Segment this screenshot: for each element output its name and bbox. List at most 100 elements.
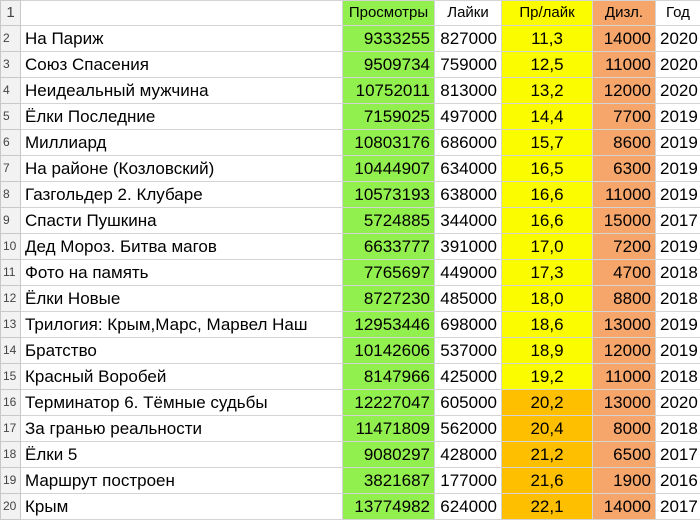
cell-dislikes[interactable]: 14000 — [593, 494, 656, 520]
cell-title[interactable]: На районе (Козловский) — [21, 156, 343, 182]
header-cell-dislikes[interactable]: Дизл. — [593, 1, 656, 26]
cell-views-per-like[interactable]: 18,9 — [502, 338, 593, 364]
cell-views-per-like[interactable]: 17,0 — [502, 234, 593, 260]
cell-views[interactable]: 12227047 — [343, 390, 435, 416]
cell-title[interactable]: Маршрут построен — [21, 468, 343, 494]
cell-title[interactable]: За гранью реальности — [21, 416, 343, 442]
row-number[interactable]: 6 — [1, 130, 21, 156]
header-cell-views[interactable]: Просмотры — [343, 1, 435, 26]
cell-views-per-like[interactable]: 11,3 — [502, 26, 593, 52]
header-cell-likes[interactable]: Лайки — [435, 1, 502, 26]
cell-year[interactable]: 2019 — [656, 130, 700, 156]
header-cell-year[interactable]: Год — [656, 1, 700, 26]
row-number[interactable]: 10 — [1, 234, 21, 260]
cell-likes[interactable]: 537000 — [435, 338, 502, 364]
header-cell-title[interactable] — [21, 1, 343, 26]
cell-year[interactable]: 2018 — [656, 286, 700, 312]
cell-views[interactable]: 12953446 — [343, 312, 435, 338]
cell-views[interactable]: 9509734 — [343, 52, 435, 78]
cell-likes[interactable]: 425000 — [435, 364, 502, 390]
cell-views-per-like[interactable]: 16,5 — [502, 156, 593, 182]
cell-views[interactable]: 13774982 — [343, 494, 435, 520]
row-number[interactable]: 4 — [1, 78, 21, 104]
cell-year[interactable]: 2019 — [656, 338, 700, 364]
cell-likes[interactable]: 638000 — [435, 182, 502, 208]
cell-title[interactable]: Братство — [21, 338, 343, 364]
cell-likes[interactable]: 827000 — [435, 26, 502, 52]
row-number[interactable]: 15 — [1, 364, 21, 390]
row-number[interactable]: 18 — [1, 442, 21, 468]
cell-views[interactable]: 11471809 — [343, 416, 435, 442]
cell-likes[interactable]: 759000 — [435, 52, 502, 78]
row-number[interactable]: 16 — [1, 390, 21, 416]
cell-dislikes[interactable]: 11000 — [593, 52, 656, 78]
cell-likes[interactable]: 562000 — [435, 416, 502, 442]
cell-likes[interactable]: 698000 — [435, 312, 502, 338]
cell-dislikes[interactable]: 13000 — [593, 390, 656, 416]
cell-views[interactable]: 9333255 — [343, 26, 435, 52]
cell-title[interactable]: Ёлки Последние — [21, 104, 343, 130]
row-number[interactable]: 19 — [1, 468, 21, 494]
cell-dislikes[interactable]: 8800 — [593, 286, 656, 312]
cell-title[interactable]: Миллиард — [21, 130, 343, 156]
cell-likes[interactable]: 449000 — [435, 260, 502, 286]
cell-views-per-like[interactable]: 20,4 — [502, 416, 593, 442]
cell-likes[interactable]: 497000 — [435, 104, 502, 130]
cell-views[interactable]: 10803176 — [343, 130, 435, 156]
cell-views[interactable]: 6633777 — [343, 234, 435, 260]
cell-views[interactable]: 10142606 — [343, 338, 435, 364]
cell-dislikes[interactable]: 7200 — [593, 234, 656, 260]
cell-views-per-like[interactable]: 15,7 — [502, 130, 593, 156]
cell-year[interactable]: 2020 — [656, 390, 700, 416]
cell-views-per-like[interactable]: 18,0 — [502, 286, 593, 312]
cell-views[interactable]: 7159025 — [343, 104, 435, 130]
row-number[interactable]: 2 — [1, 26, 21, 52]
cell-title[interactable]: Ёлки 5 — [21, 442, 343, 468]
cell-year[interactable]: 2017 — [656, 208, 700, 234]
cell-title[interactable]: Спасти Пушкина — [21, 208, 343, 234]
cell-views-per-like[interactable]: 17,3 — [502, 260, 593, 286]
cell-dislikes[interactable]: 7700 — [593, 104, 656, 130]
cell-views[interactable]: 8147966 — [343, 364, 435, 390]
cell-dislikes[interactable]: 4700 — [593, 260, 656, 286]
cell-year[interactable]: 2017 — [656, 442, 700, 468]
cell-dislikes[interactable]: 12000 — [593, 338, 656, 364]
cell-year[interactable]: 2017 — [656, 494, 700, 520]
cell-views[interactable]: 7765697 — [343, 260, 435, 286]
cell-likes[interactable]: 344000 — [435, 208, 502, 234]
cell-year[interactable]: 2016 — [656, 468, 700, 494]
cell-views[interactable]: 3821687 — [343, 468, 435, 494]
cell-title[interactable]: Красный Воробей — [21, 364, 343, 390]
cell-dislikes[interactable]: 8600 — [593, 130, 656, 156]
header-cell-views-per-like[interactable]: Пр/лайк — [502, 1, 593, 26]
cell-views-per-like[interactable]: 18,6 — [502, 312, 593, 338]
cell-dislikes[interactable]: 1900 — [593, 468, 656, 494]
cell-dislikes[interactable]: 6500 — [593, 442, 656, 468]
cell-title[interactable]: Крым — [21, 494, 343, 520]
cell-year[interactable]: 2018 — [656, 364, 700, 390]
cell-views[interactable]: 5724885 — [343, 208, 435, 234]
cell-views-per-like[interactable]: 19,2 — [502, 364, 593, 390]
cell-likes[interactable]: 624000 — [435, 494, 502, 520]
cell-title[interactable]: Фото на память — [21, 260, 343, 286]
cell-year[interactable]: 2019 — [656, 312, 700, 338]
cell-year[interactable]: 2020 — [656, 26, 700, 52]
cell-views[interactable]: 10573193 — [343, 182, 435, 208]
row-number[interactable]: 14 — [1, 338, 21, 364]
row-number[interactable]: 20 — [1, 494, 21, 520]
cell-views[interactable]: 8727230 — [343, 286, 435, 312]
cell-title[interactable]: Союз Спасения — [21, 52, 343, 78]
cell-likes[interactable]: 634000 — [435, 156, 502, 182]
cell-title[interactable]: Трилогия: Крым,Марс, Марвел Наш — [21, 312, 343, 338]
cell-views-per-like[interactable]: 12,5 — [502, 52, 593, 78]
cell-views-per-like[interactable]: 21,6 — [502, 468, 593, 494]
cell-year[interactable]: 2019 — [656, 156, 700, 182]
cell-dislikes[interactable]: 8000 — [593, 416, 656, 442]
row-number[interactable]: 3 — [1, 52, 21, 78]
row-number[interactable]: 5 — [1, 104, 21, 130]
row-number[interactable]: 17 — [1, 416, 21, 442]
cell-views-per-like[interactable]: 16,6 — [502, 208, 593, 234]
cell-views[interactable]: 9080297 — [343, 442, 435, 468]
row-number[interactable]: 12 — [1, 286, 21, 312]
cell-views-per-like[interactable]: 21,2 — [502, 442, 593, 468]
